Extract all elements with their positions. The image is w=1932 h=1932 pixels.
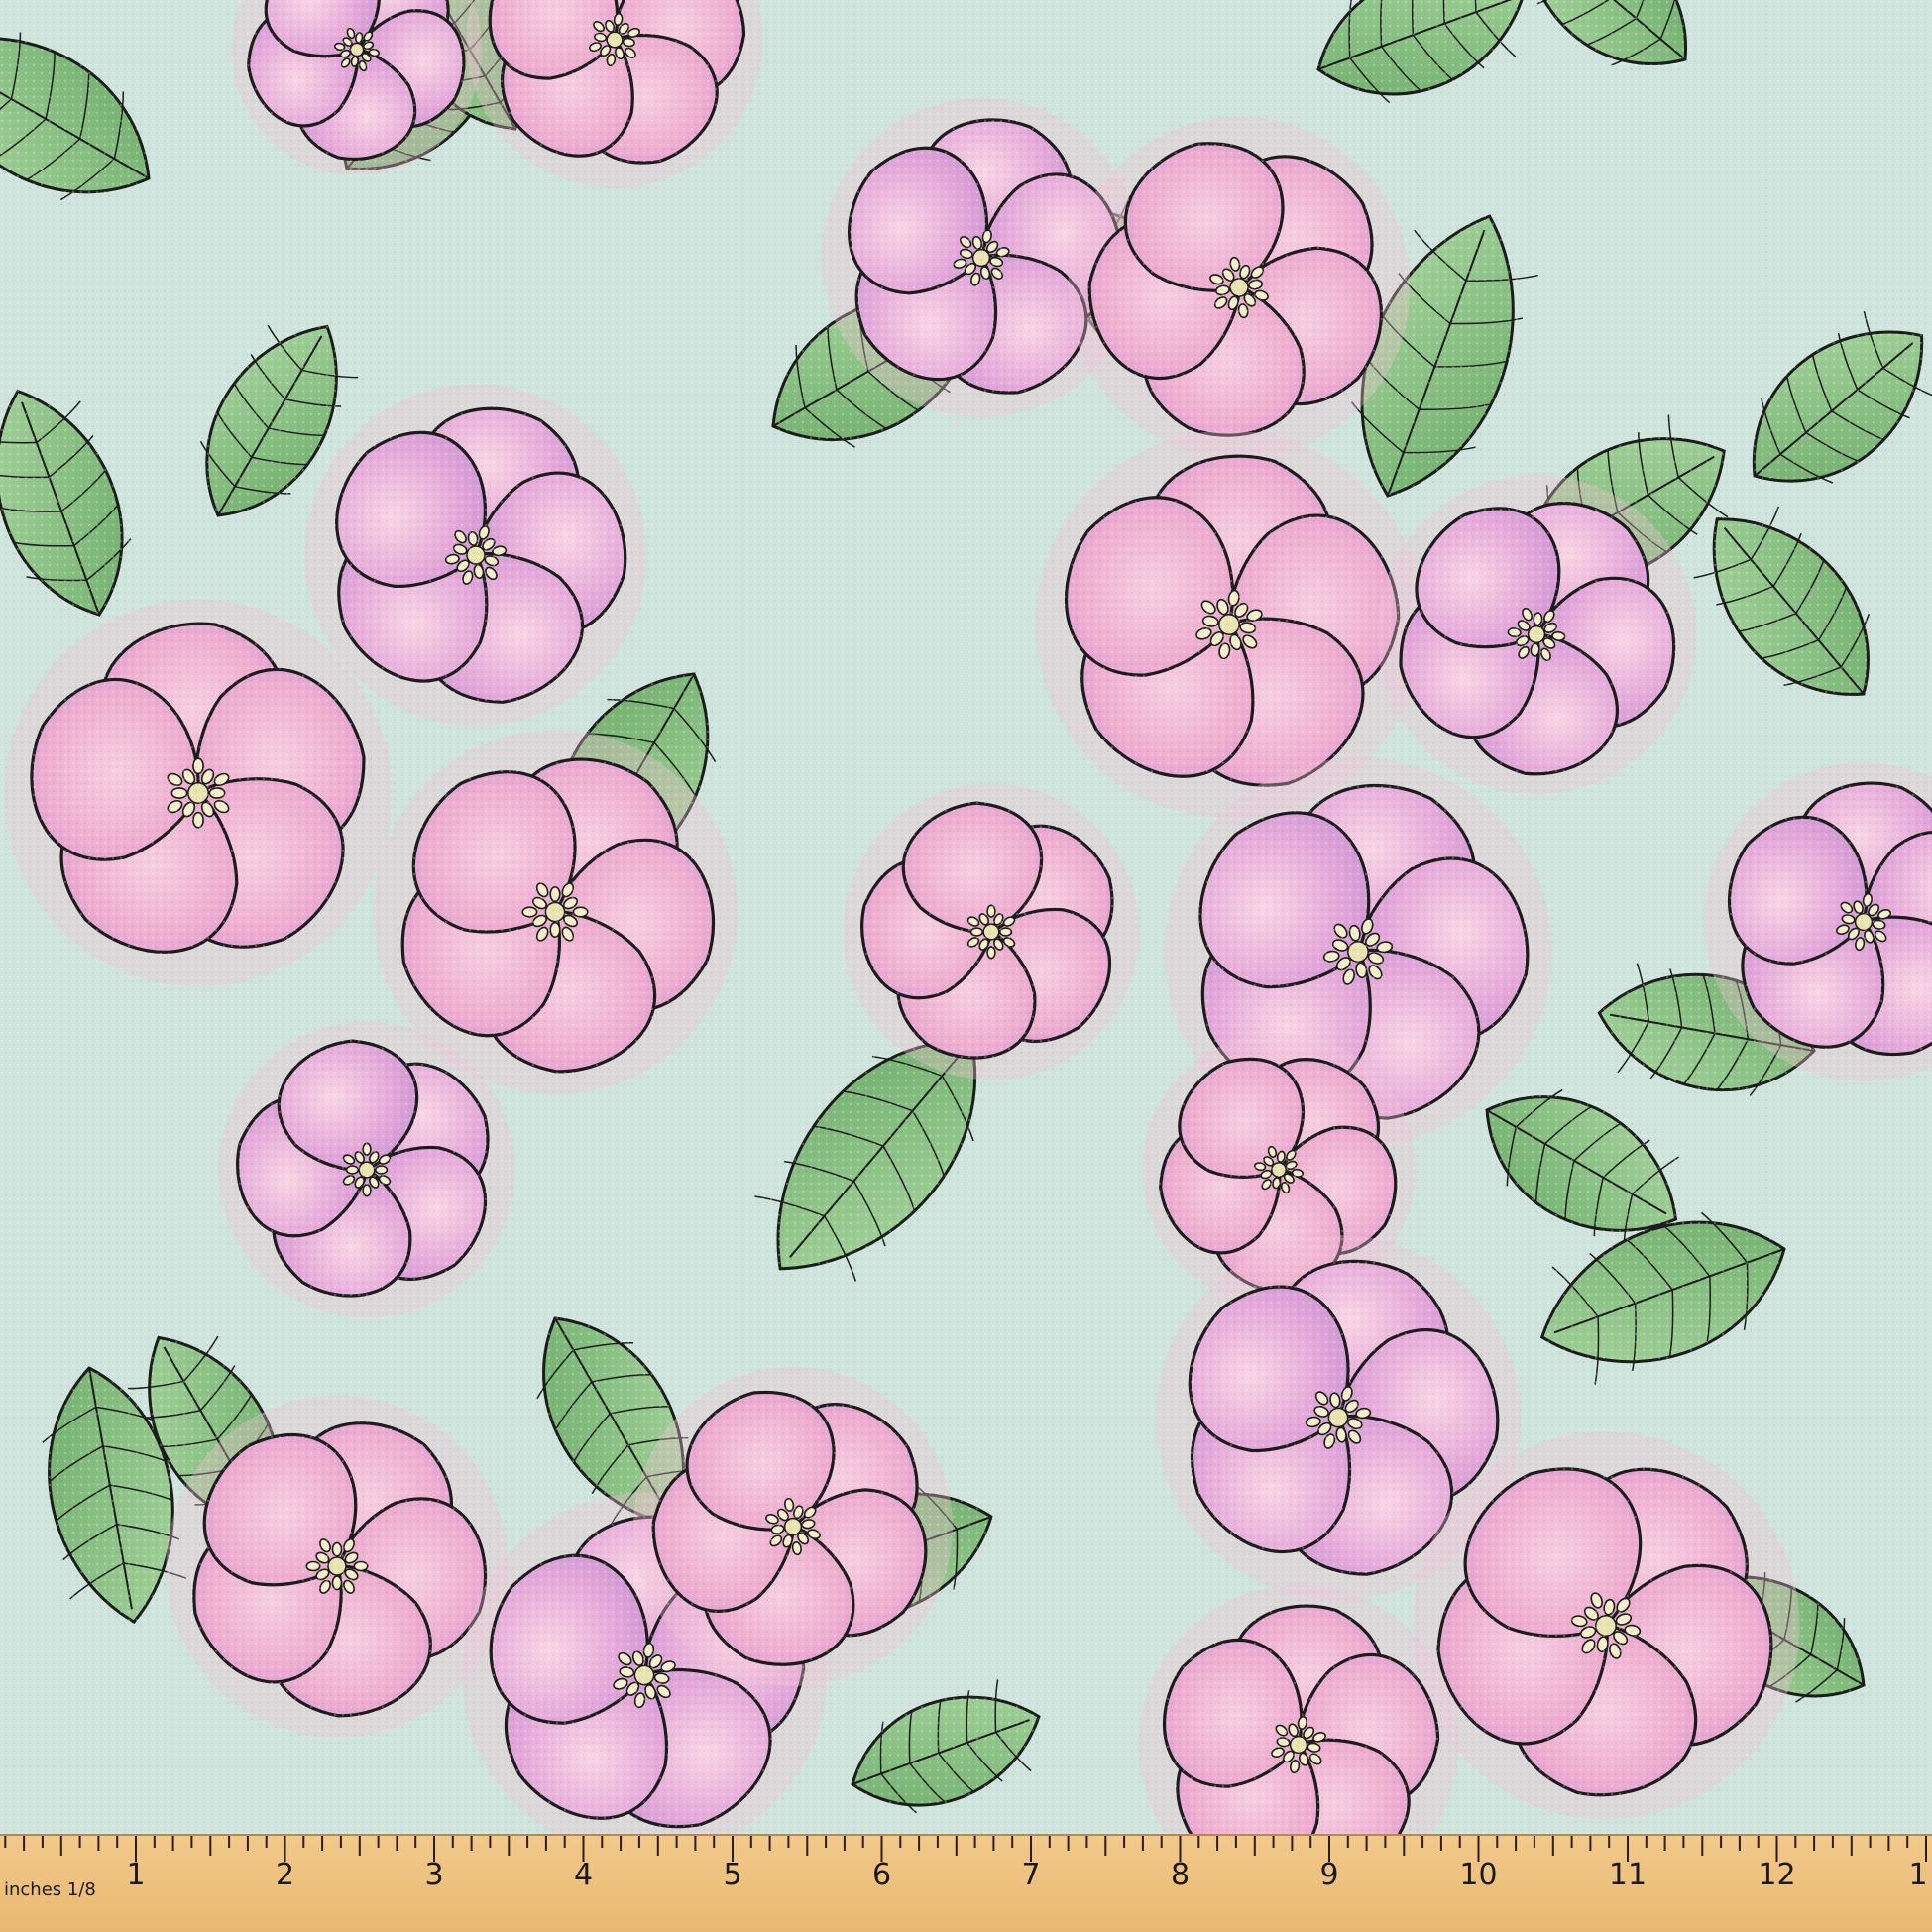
ruler-number: 11 xyxy=(1608,1858,1648,1892)
ruler-number: 8 xyxy=(1170,1858,1191,1892)
measuring-ruler: inches 1/8 1 2 3 4 5 6 7 8 9 10 11 12 1 xyxy=(0,1834,1932,1932)
floral-fabric-swatch xyxy=(0,0,1932,1834)
ruler-number: 2 xyxy=(275,1858,295,1892)
ruler-number: 12 xyxy=(1758,1858,1796,1892)
ruler-number: 1 xyxy=(1908,1858,1928,1892)
ruler-number: 6 xyxy=(871,1858,892,1892)
ruler-number: 5 xyxy=(723,1858,742,1892)
ruler-number: 7 xyxy=(1021,1858,1041,1892)
ruler-number: 9 xyxy=(1319,1858,1339,1892)
ruler-unit-label: inches 1/8 xyxy=(4,1879,96,1900)
fabric-weave-texture xyxy=(0,0,1932,1834)
product-image: inches 1/8 1 2 3 4 5 6 7 8 9 10 11 12 1 xyxy=(0,0,1932,1932)
ruler-number: 1 xyxy=(126,1858,146,1892)
ruler-number: 4 xyxy=(573,1858,594,1892)
ruler-number: 10 xyxy=(1459,1858,1498,1892)
ruler-number: 3 xyxy=(424,1858,444,1892)
